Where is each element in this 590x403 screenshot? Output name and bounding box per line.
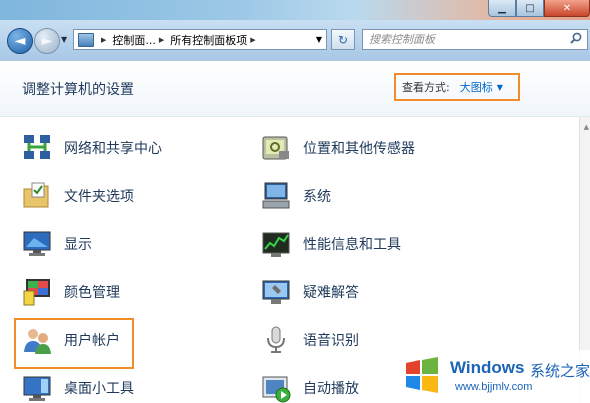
gadgets-icon — [22, 373, 52, 403]
refresh-button[interactable]: ↻ — [331, 29, 355, 50]
address-dropdown-button[interactable]: ▼ — [316, 35, 322, 44]
item-label[interactable]: 疑难解答 — [303, 282, 359, 302]
folder-options-icon — [22, 181, 52, 211]
item-display[interactable]: 显示 — [22, 224, 92, 264]
system-icon — [261, 181, 291, 211]
item-desktop-gadgets[interactable]: 桌面小工具 — [22, 368, 134, 403]
item-label[interactable]: 显示 — [64, 234, 92, 254]
window-controls: ▁ □ ✕ — [488, 0, 590, 17]
address-toolbar: ◄ ► ▼ ▶ 控制面... ▶ 所有控制面板项 ▶ ▼ ↻ — [0, 20, 590, 60]
item-label[interactable]: 系统 — [303, 186, 331, 206]
item-label[interactable]: 位置和其他传感器 — [303, 138, 415, 158]
sensor-icon — [261, 133, 291, 163]
item-folder-options[interactable]: 文件夹选项 — [22, 176, 134, 216]
performance-icon — [261, 229, 291, 259]
item-performance[interactable]: 性能信息和工具 — [261, 224, 401, 264]
item-troubleshooting[interactable]: 疑难解答 — [261, 272, 359, 312]
control-panel-icon — [78, 32, 94, 47]
watermark-brand: Windows — [450, 358, 525, 377]
watermark: Windows 系统之家 www.bjjmlv.com — [398, 350, 590, 403]
item-system[interactable]: 系统 — [261, 176, 331, 216]
maximize-button[interactable]: □ — [516, 0, 544, 17]
item-speech-recognition[interactable]: 语音识别 — [261, 320, 359, 360]
user-accounts-highlight-box — [14, 318, 134, 369]
network-icon — [22, 133, 52, 163]
content-header: 调整计算机的设置 查看方式: 大图标 ▼ — [0, 61, 590, 117]
autoplay-icon — [261, 373, 291, 403]
back-button[interactable]: ◄ — [7, 28, 33, 54]
minimize-button[interactable]: ▁ — [488, 0, 516, 17]
breadcrumb-control-panel[interactable]: 控制面... — [112, 32, 156, 48]
page-title: 调整计算机的设置 — [22, 82, 134, 98]
breadcrumb-all-items[interactable]: 所有控制面板项 — [170, 32, 247, 48]
troubleshooting-icon — [261, 277, 291, 307]
item-network-sharing[interactable]: 网络和共享中心 — [22, 128, 162, 168]
title-bar: ▁ □ ✕ — [0, 0, 590, 20]
forward-button[interactable]: ► — [34, 28, 60, 54]
item-color-management[interactable]: 颜色管理 — [22, 272, 120, 312]
item-label[interactable]: 语音识别 — [303, 330, 359, 350]
item-label[interactable]: 文件夹选项 — [64, 186, 134, 206]
watermark-name: 系统之家 — [530, 362, 590, 380]
view-by-value[interactable]: 大图标 — [460, 79, 493, 95]
color-management-icon — [22, 277, 52, 307]
item-label[interactable]: 颜色管理 — [64, 282, 120, 302]
item-label[interactable]: 性能信息和工具 — [303, 234, 401, 254]
search-icon[interactable] — [570, 32, 582, 47]
item-label[interactable]: 网络和共享中心 — [64, 138, 162, 158]
view-by-label: 查看方式: — [402, 81, 450, 94]
view-by-selector[interactable]: 查看方式: 大图标 ▼ — [394, 73, 520, 101]
item-location-sensors[interactable]: 位置和其他传感器 — [261, 128, 415, 168]
microphone-icon — [261, 325, 291, 355]
search-box[interactable] — [362, 29, 588, 50]
watermark-url: www.bjjmlv.com — [455, 381, 533, 393]
display-icon — [22, 229, 52, 259]
recent-pages-dropdown[interactable]: ▼ — [61, 35, 67, 44]
item-autoplay[interactable]: 自动播放 — [261, 368, 359, 403]
windows-logo-icon — [402, 355, 442, 395]
breadcrumb-separator-icon[interactable]: ▶ — [250, 36, 255, 44]
address-bar[interactable]: ▶ 控制面... ▶ 所有控制面板项 ▶ ▼ — [73, 29, 327, 50]
close-button[interactable]: ✕ — [544, 0, 590, 17]
item-label[interactable]: 桌面小工具 — [64, 378, 134, 398]
search-input[interactable] — [363, 32, 561, 47]
item-label[interactable]: 自动播放 — [303, 378, 359, 398]
breadcrumb-separator-icon[interactable]: ▶ — [159, 36, 164, 44]
chevron-down-icon[interactable]: ▼ — [497, 83, 503, 92]
control-panel-window: ▁ □ ✕ ◄ ► ▼ ▶ 控制面... ▶ 所有控制面板项 ▶ ▼ ↻ 调整计… — [0, 0, 590, 403]
breadcrumb-separator-icon[interactable]: ▶ — [101, 36, 106, 44]
scroll-up-icon[interactable]: ▲ — [584, 123, 589, 131]
